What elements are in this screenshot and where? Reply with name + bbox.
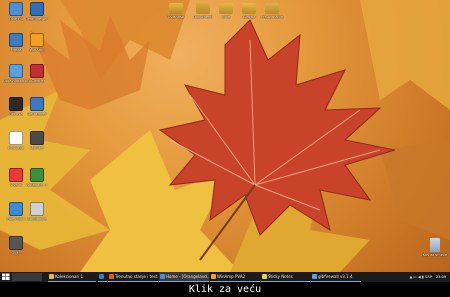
taskbar-button[interactable] bbox=[98, 272, 107, 282]
desktop-icon[interactable]: Defraggler bbox=[24, 97, 50, 116]
defrag-icon bbox=[30, 97, 44, 111]
click-to-enlarge-caption[interactable]: Klik za veću bbox=[0, 282, 450, 297]
taskbar-clock[interactable]: 23:09 bbox=[434, 272, 448, 282]
taskbar-app-icon bbox=[109, 274, 114, 279]
taskbar-button-label: Home - [Orangeland... bbox=[166, 274, 209, 279]
taskbar-button-label: Trenutno stanje i test... bbox=[115, 274, 158, 279]
taskbar-button[interactable]: WinAmp PVA2 bbox=[210, 272, 260, 282]
folder-icon bbox=[242, 3, 256, 14]
taskbar-app-icon bbox=[312, 274, 317, 279]
tray-icons: ▲ ▭ ◀ ▮ bbox=[409, 275, 426, 279]
app-icon bbox=[30, 2, 44, 16]
desktop-icon-label: WinAmp bbox=[29, 48, 45, 52]
cleaner-icon bbox=[30, 64, 44, 78]
taskbar-app-icon bbox=[160, 274, 165, 279]
taskbar-button[interactable]: Kolekcionari 1 bbox=[48, 272, 96, 282]
recycle-bin-label: Koš za smeće bbox=[422, 253, 448, 257]
desktop-icon-label: TeamViewer bbox=[26, 17, 48, 21]
folder-shortcut-label: Ovisnosti bbox=[167, 15, 185, 19]
desktop-icon[interactable]: Sandboxie bbox=[24, 202, 50, 221]
desktop-icon-label: Sandboxie bbox=[27, 217, 47, 221]
wallpaper-leaves bbox=[0, 0, 450, 272]
desktop-icon[interactable]: Notepad++ bbox=[24, 168, 50, 187]
folder-shortcut[interactable]: Ovisnosti bbox=[163, 3, 189, 19]
folder-icon bbox=[196, 3, 210, 14]
network-icon bbox=[9, 33, 23, 47]
desktop-icon-label: CCleaner bbox=[28, 79, 46, 83]
desktop-icon[interactable]: Monitor bbox=[24, 131, 50, 150]
folder-icon bbox=[265, 3, 279, 14]
taskbar-button[interactable]: Trenutno stanje i test... bbox=[108, 272, 158, 282]
computer-icon bbox=[9, 2, 23, 16]
folder-icon bbox=[169, 3, 183, 14]
tray-language[interactable]: SRP bbox=[425, 275, 432, 279]
taskbar-button[interactable]: glbfirewall v3.1.4 bbox=[311, 272, 361, 282]
desktop-icon-label: Monitor bbox=[30, 146, 44, 150]
globe-icon bbox=[9, 202, 23, 216]
taskbar-app-icon bbox=[211, 274, 216, 279]
folder-icon bbox=[219, 3, 233, 14]
monitor-icon bbox=[30, 131, 44, 145]
taskbar-app-icon bbox=[99, 274, 104, 279]
system-tray[interactable]: ▲ ▭ ◀ ▮ SRP bbox=[410, 272, 432, 282]
editor-icon bbox=[30, 168, 44, 182]
taskbar-app-icon bbox=[262, 274, 267, 279]
taskbar-button-label: Sticky Notes bbox=[268, 274, 293, 279]
recycle-bin-icon bbox=[430, 238, 440, 252]
control-panel-icon bbox=[9, 64, 23, 78]
folder-shortcut-label: Preuzimanja bbox=[260, 15, 284, 19]
desktop-icon[interactable]: TeamViewer bbox=[24, 2, 50, 21]
folder-shortcut[interactable]: Preuzimanja bbox=[259, 3, 285, 19]
desktop-icon[interactable]: CCleaner bbox=[24, 64, 50, 83]
desktop-icon[interactable]: WinAmp bbox=[24, 33, 50, 52]
taskbar-app-icon bbox=[49, 274, 54, 279]
taskbar-search[interactable] bbox=[12, 273, 42, 281]
taskbar-button-label: WinAmp PVA2 bbox=[217, 274, 246, 279]
recovery-icon bbox=[9, 97, 23, 111]
image-editor-icon bbox=[9, 236, 23, 250]
desktop-icon-label: Notepad++ bbox=[26, 183, 48, 187]
taskbar: Kolekcionari 1 Trenutno stanje i test... H… bbox=[0, 272, 450, 282]
desktop-icon[interactable]: GIMP bbox=[3, 236, 29, 255]
taskbar-button[interactable]: Home - [Orangeland... bbox=[159, 272, 209, 282]
desktop: Ovaj PC TeamViewer Mreža WinAmp Upravljačka … bbox=[0, 0, 450, 272]
taskbar-button[interactable]: Sticky Notes bbox=[261, 272, 310, 282]
desktop-icon-label: GIMP bbox=[11, 251, 21, 255]
taskbar-button-label: glbfirewall v3.1.4 bbox=[318, 274, 353, 279]
recycle-bin[interactable]: Koš za smeće bbox=[422, 238, 448, 257]
taskbar-button-label: Kolekcionari 1 bbox=[55, 274, 84, 279]
browser-icon bbox=[9, 168, 23, 182]
start-button[interactable] bbox=[1, 273, 11, 281]
vector-icon bbox=[9, 131, 23, 145]
sandbox-icon bbox=[30, 202, 44, 216]
player-icon bbox=[30, 33, 44, 47]
desktop-icon-label: Defraggler bbox=[27, 112, 47, 116]
